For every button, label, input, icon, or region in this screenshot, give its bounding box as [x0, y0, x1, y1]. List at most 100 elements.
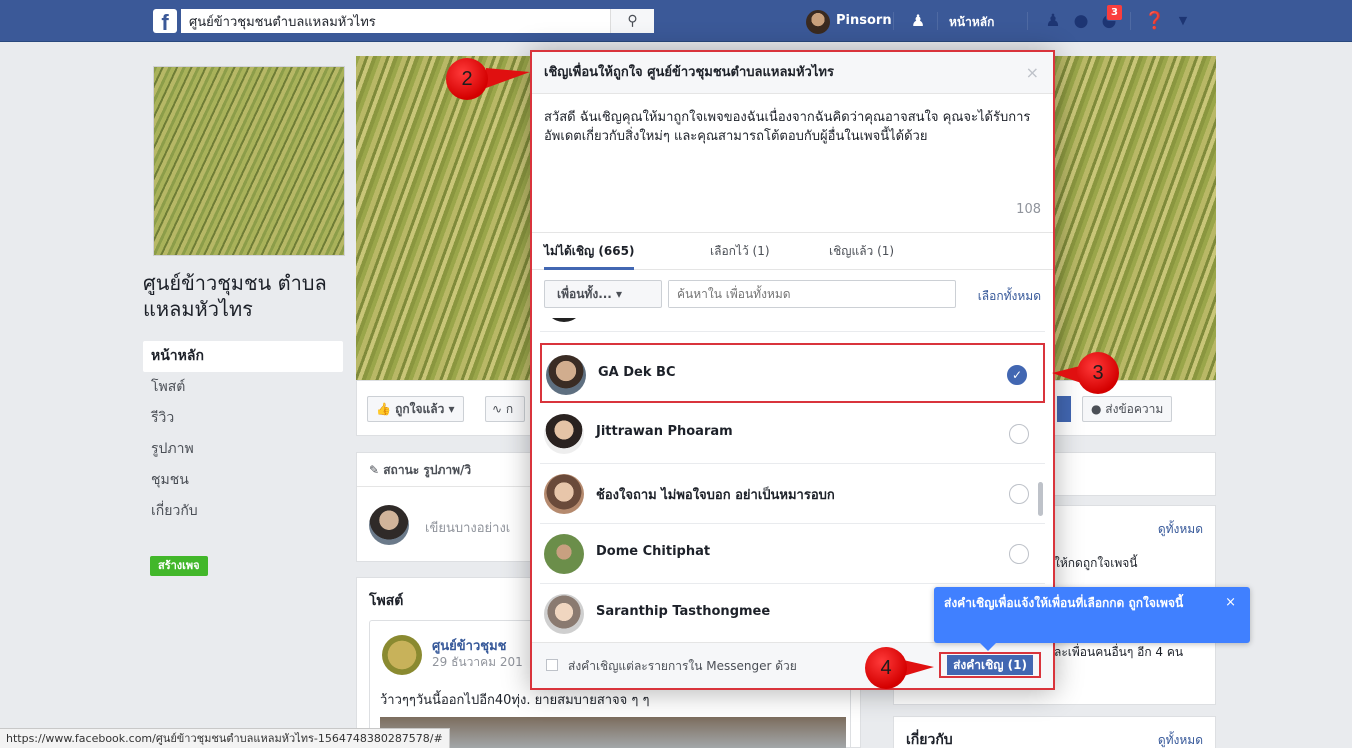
list-item[interactable]: Jittrawan Phoaram	[540, 404, 1045, 464]
profile-picture[interactable]	[153, 66, 345, 256]
avatar	[544, 318, 584, 322]
select-checkbox[interactable]	[1009, 484, 1029, 504]
messenger-icon: ●	[1091, 402, 1106, 416]
divider	[893, 12, 894, 30]
send-invites-label: ส่งคำเชิญ (1)	[947, 655, 1033, 675]
char-count: 108	[1016, 202, 1041, 217]
friend-name: Dome Chitiphat	[596, 544, 711, 559]
see-all-link[interactable]: ดูทั้งหมด	[1158, 520, 1203, 539]
friend-name: ช้องใจถาม ไม่พอใจบอก อย่าเป็นหมารอบก	[596, 488, 835, 503]
dialog-title: เชิญเพื่อนให้ถูกใจ ศูนย์ข้าวชุมชนตำบลแหล…	[544, 65, 834, 80]
divider	[1027, 12, 1028, 30]
tab-invited[interactable]: เชิญแล้ว (1)	[829, 233, 894, 270]
friend-search-input[interactable]	[669, 281, 949, 307]
search-box[interactable]: ⚲	[181, 9, 654, 33]
about-title: เกี่ยวกับ	[906, 732, 953, 748]
post-date[interactable]: 29 ธันวาคม 201	[432, 653, 523, 672]
select-checkbox[interactable]	[1009, 424, 1029, 444]
post-text: ว้าวๆๆวันนี้ออกไปอีก40ทุ่ง. ยายสมบายสาจจ…	[380, 693, 650, 708]
about-see-all-link[interactable]: ดูทั้งหมด	[1158, 731, 1203, 748]
primary-action-button[interactable]	[1057, 396, 1071, 422]
posts-title: โพสต์	[369, 593, 404, 609]
messenger-invite-checkbox[interactable]	[546, 659, 558, 671]
tooltip-text: ส่งคำเชิญเพื่อแจ้งให้เพื่อนที่เลือกกด ถู…	[944, 596, 1184, 610]
friend-requests-icon[interactable]: ♟	[1042, 11, 1064, 31]
divider	[937, 12, 938, 30]
page-sidebar-nav: หน้าหลัก โพสต์ รีวิว รูปภาพ ชุมชน เกี่ยว…	[143, 341, 343, 527]
sidebar-item-home[interactable]: หน้าหลัก	[143, 341, 343, 372]
sidebar-item-posts[interactable]: โพสต์	[143, 372, 343, 403]
list-item[interactable]: Dome Chitiphat	[540, 524, 1045, 584]
liked-button[interactable]: 👍 ถูกใจแล้ว ▾	[367, 396, 464, 422]
send-invites-tooltip: ส่งคำเชิญเพื่อแจ้งให้เพื่อนที่เลือกกด ถู…	[934, 587, 1250, 651]
community-text: ให้กดถูกใจเพจนี้	[1054, 556, 1138, 570]
page-title[interactable]: ศูนย์ข้าวชุมชน ตำบลแหลมหัวไทร	[143, 270, 353, 322]
friends-filter-dropdown[interactable]: เพื่อนทั้ง... ▾	[544, 280, 662, 308]
avatar	[544, 594, 584, 634]
avatar	[546, 355, 586, 395]
avatar[interactable]	[382, 635, 422, 675]
step-marker-4: 4	[865, 647, 907, 689]
top-navigation-bar: f ⚲ Pinsorn ♟ หน้าหลัก ♟ ● ● 3 ❓ ▼	[0, 0, 1352, 42]
notifications-badge: 3	[1106, 4, 1123, 21]
list-item[interactable]: ช้องใจถาม ไม่พอใจบอก อย่าเป็นหมารอบก	[540, 464, 1045, 524]
user-name-link[interactable]: Pinsorn	[836, 13, 892, 28]
find-friends-icon[interactable]: ♟	[907, 11, 929, 31]
messenger-invite-label[interactable]: ส่งคำเชิญแต่ละรายการใน Messenger ด้วย	[568, 657, 797, 676]
pencil-icon: ✎	[369, 463, 384, 477]
step-marker-2: 2	[446, 58, 488, 100]
send-invites-button[interactable]: ส่งคำเชิญ (1)	[939, 652, 1041, 678]
avatar	[544, 474, 584, 514]
friend-list-scrollbar[interactable]	[1038, 482, 1043, 516]
send-message-label: ส่งข้อความ	[1105, 402, 1164, 416]
send-message-button[interactable]: ● ส่งข้อความ	[1082, 396, 1173, 422]
avatar	[544, 414, 584, 454]
friend-name: Saranthip Tasthongmee	[596, 604, 771, 619]
messenger-icon[interactable]: ●	[1070, 11, 1092, 31]
help-icon[interactable]: ❓	[1144, 11, 1166, 31]
facebook-logo-icon[interactable]: f	[153, 9, 177, 33]
divider	[1130, 12, 1131, 30]
tab-not-invited[interactable]: ไม่ได้เชิญ (665)	[544, 233, 635, 270]
filter-row: เพื่อนทั้ง... ▾ เลือกทั้งหมด	[532, 272, 1053, 318]
user-avatar[interactable]	[806, 10, 830, 34]
friend-name: Jittrawan Phoaram	[596, 424, 733, 439]
sidebar-item-about[interactable]: เกี่ยวกับ	[143, 496, 343, 527]
composer-tabs-label: สถานะ รูปภาพ/วิ	[383, 463, 472, 477]
avatar	[544, 534, 584, 574]
friend-search-field[interactable]	[668, 280, 956, 308]
dialog-header: เชิญเพื่อนให้ถูกใจ ศูนย์ข้าวชุมชนตำบลแหล…	[532, 52, 1053, 94]
sidebar-item-community[interactable]: ชุมชน	[143, 465, 343, 496]
select-checkbox[interactable]	[1009, 544, 1029, 564]
checkmark-icon[interactable]: ✓	[1007, 365, 1027, 385]
follow-button[interactable]: ∿ ก	[485, 396, 525, 422]
post-photo[interactable]	[380, 717, 846, 748]
dialog-footer: ส่งคำเชิญแต่ละรายการใน Messenger ด้วย ส่…	[532, 642, 1053, 688]
close-icon[interactable]: ×	[1026, 52, 1039, 94]
select-all-link[interactable]: เลือกทั้งหมด	[978, 287, 1041, 306]
sidebar-item-photos[interactable]: รูปภาพ	[143, 434, 343, 465]
follow-label: ก	[505, 402, 514, 416]
search-icon[interactable]: ⚲	[610, 9, 654, 33]
browser-status-bar: https://www.facebook.com/ศูนย์ข้าวชุมชนต…	[0, 728, 450, 748]
thumbs-up-icon: 👍	[376, 402, 396, 416]
create-page-button[interactable]: สร้างเพจ	[150, 556, 208, 576]
composer-placeholder[interactable]: เขียนบางอย่างเ	[425, 517, 510, 538]
close-icon[interactable]: ×	[1225, 595, 1236, 610]
invite-tabs: ไม่ได้เชิญ (665) เลือกไว้ (1) เชิญแล้ว (…	[532, 232, 1053, 270]
avatar	[369, 505, 409, 545]
home-link[interactable]: หน้าหลัก	[949, 13, 994, 32]
about-card: เกี่ยวกับ ดูทั้งหมด	[893, 716, 1216, 748]
search-input[interactable]	[181, 9, 601, 33]
tab-selected[interactable]: เลือกไว้ (1)	[710, 233, 770, 270]
list-item[interactable]: GA Dek BC ✓	[540, 343, 1045, 403]
chevron-down-icon[interactable]: ▼	[1172, 11, 1194, 31]
liked-label: ถูกใจแล้ว ▾	[395, 402, 455, 416]
friends-text: ละเพื่อนคนอื่นๆ อีก 4 คน	[1054, 645, 1184, 659]
list-item[interactable]	[540, 318, 1045, 332]
friend-name: GA Dek BC	[598, 365, 676, 380]
sidebar-item-reviews[interactable]: รีวิว	[143, 403, 343, 434]
invite-message-textarea[interactable]: สวัสดี ฉันเชิญคุณให้มาถูกใจเพจของฉันเนื่…	[544, 108, 1044, 146]
rss-icon: ∿	[492, 402, 506, 416]
step-marker-3: 3	[1077, 352, 1119, 394]
